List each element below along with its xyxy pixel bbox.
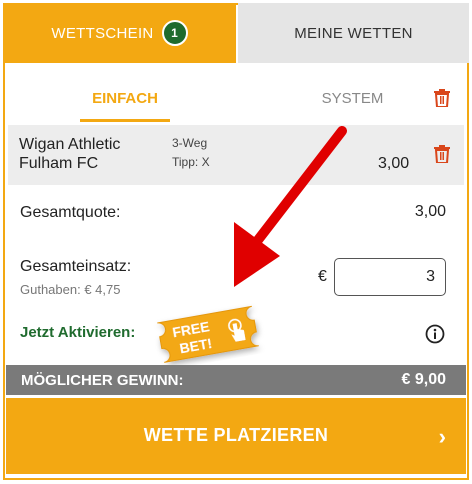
total-stake-label: Gesamteinsatz:: [20, 258, 132, 275]
tab-my-bets-label: MEINE WETTEN: [294, 24, 413, 42]
subtab-system[interactable]: SYSTEM: [315, 84, 390, 122]
selection-odds: 3,00: [378, 155, 410, 172]
place-bet-button[interactable]: WETTE PLATZIEREN ›: [6, 398, 466, 474]
potential-win-bar: MÖGLICHER GEWINN: € 9,00: [6, 365, 466, 395]
info-icon[interactable]: [425, 324, 445, 344]
potential-win-value: € 9,00: [401, 371, 446, 388]
tab-betslip[interactable]: WETTSCHEIN 1: [3, 3, 236, 63]
currency-symbol: €: [318, 268, 327, 285]
home-team: Wigan Athletic: [19, 136, 121, 153]
trash-icon[interactable]: [434, 89, 450, 107]
place-bet-label: WETTE PLATZIEREN: [143, 425, 329, 445]
total-odds-label: Gesamtquote:: [20, 204, 121, 221]
trash-icon[interactable]: [434, 145, 450, 163]
tab-betslip-label: WETTSCHEIN: [51, 24, 154, 42]
potential-win-label: MÖGLICHER GEWINN:: [21, 372, 184, 389]
tip: Tipp: X: [172, 155, 210, 169]
bet-selection-row: Wigan Athletic Fulham FC 3-Weg Tipp: X 3…: [8, 125, 464, 185]
chevron-right-icon: ›: [438, 424, 446, 449]
tab-my-bets[interactable]: MEINE WETTEN: [238, 3, 469, 63]
betslip-count-badge: 1: [161, 20, 188, 46]
stake-input[interactable]: [334, 258, 446, 296]
activate-freebet-label[interactable]: Jetzt Aktivieren:: [20, 324, 135, 341]
freebet-ticket[interactable]: FREE BET!: [152, 298, 270, 370]
market-type: 3-Weg: [172, 136, 208, 150]
away-team: Fulham FC: [19, 155, 99, 172]
subtab-single[interactable]: EINFACH: [80, 84, 170, 122]
total-odds-value: 3,00: [414, 203, 446, 220]
balance-text: Guthaben: € 4,75: [20, 282, 121, 297]
